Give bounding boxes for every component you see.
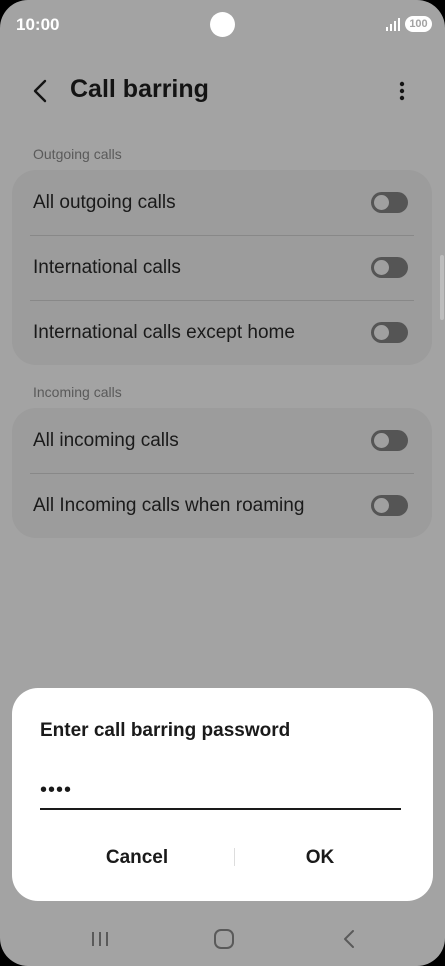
toggle-switch[interactable] (371, 192, 408, 213)
scrollbar[interactable] (440, 255, 444, 320)
app-bar: Call barring (0, 60, 445, 120)
setting-row-all-outgoing[interactable]: All outgoing calls (12, 170, 432, 235)
row-label: International calls except home (33, 321, 295, 343)
setting-row-all-incoming[interactable]: All incoming calls (12, 408, 432, 473)
toggle-switch[interactable] (371, 322, 408, 343)
toggle-switch[interactable] (371, 495, 408, 516)
divider (30, 473, 414, 474)
battery-icon: 100 (405, 16, 432, 32)
divider (30, 235, 414, 236)
navigation-bar (0, 910, 445, 966)
home-icon[interactable] (209, 924, 239, 954)
phone-screen: 10:00 100 Call barring Outgoing calls Al… (0, 0, 445, 966)
toggle-switch[interactable] (371, 430, 408, 451)
row-label: All outgoing calls (33, 191, 176, 213)
incoming-calls-card: All incoming calls All Incoming calls wh… (12, 408, 432, 538)
status-time: 10:00 (16, 15, 60, 34)
more-vertical-icon[interactable] (390, 76, 414, 106)
camera-cutout (210, 12, 235, 37)
recents-icon[interactable] (85, 924, 115, 954)
toggle-switch[interactable] (371, 257, 408, 278)
ok-button[interactable]: OK (230, 838, 410, 878)
row-label: International calls (33, 256, 181, 278)
section-label-outgoing: Outgoing calls (33, 146, 122, 162)
battery-level: 100 (409, 18, 428, 30)
page-title: Call barring (70, 75, 209, 103)
password-input[interactable] (40, 772, 401, 810)
section-label-incoming: Incoming calls (33, 384, 122, 400)
setting-row-international[interactable]: International calls (12, 235, 432, 300)
setting-row-incoming-roaming[interactable]: All Incoming calls when roaming (12, 473, 432, 538)
row-label: All incoming calls (33, 429, 179, 451)
back-icon[interactable] (334, 924, 364, 954)
cancel-button[interactable]: Cancel (47, 838, 227, 878)
password-dialog: Enter call barring password Cancel OK (12, 688, 433, 901)
row-label: All Incoming calls when roaming (33, 494, 305, 516)
dialog-title: Enter call barring password (40, 720, 291, 741)
chevron-left-icon[interactable] (26, 76, 56, 106)
status-bar: 10:00 100 (0, 0, 445, 50)
signal-icon (386, 18, 400, 31)
outgoing-calls-card: All outgoing calls International calls I… (12, 170, 432, 365)
divider (30, 300, 414, 301)
setting-row-international-except-home[interactable]: International calls except home (12, 300, 432, 365)
